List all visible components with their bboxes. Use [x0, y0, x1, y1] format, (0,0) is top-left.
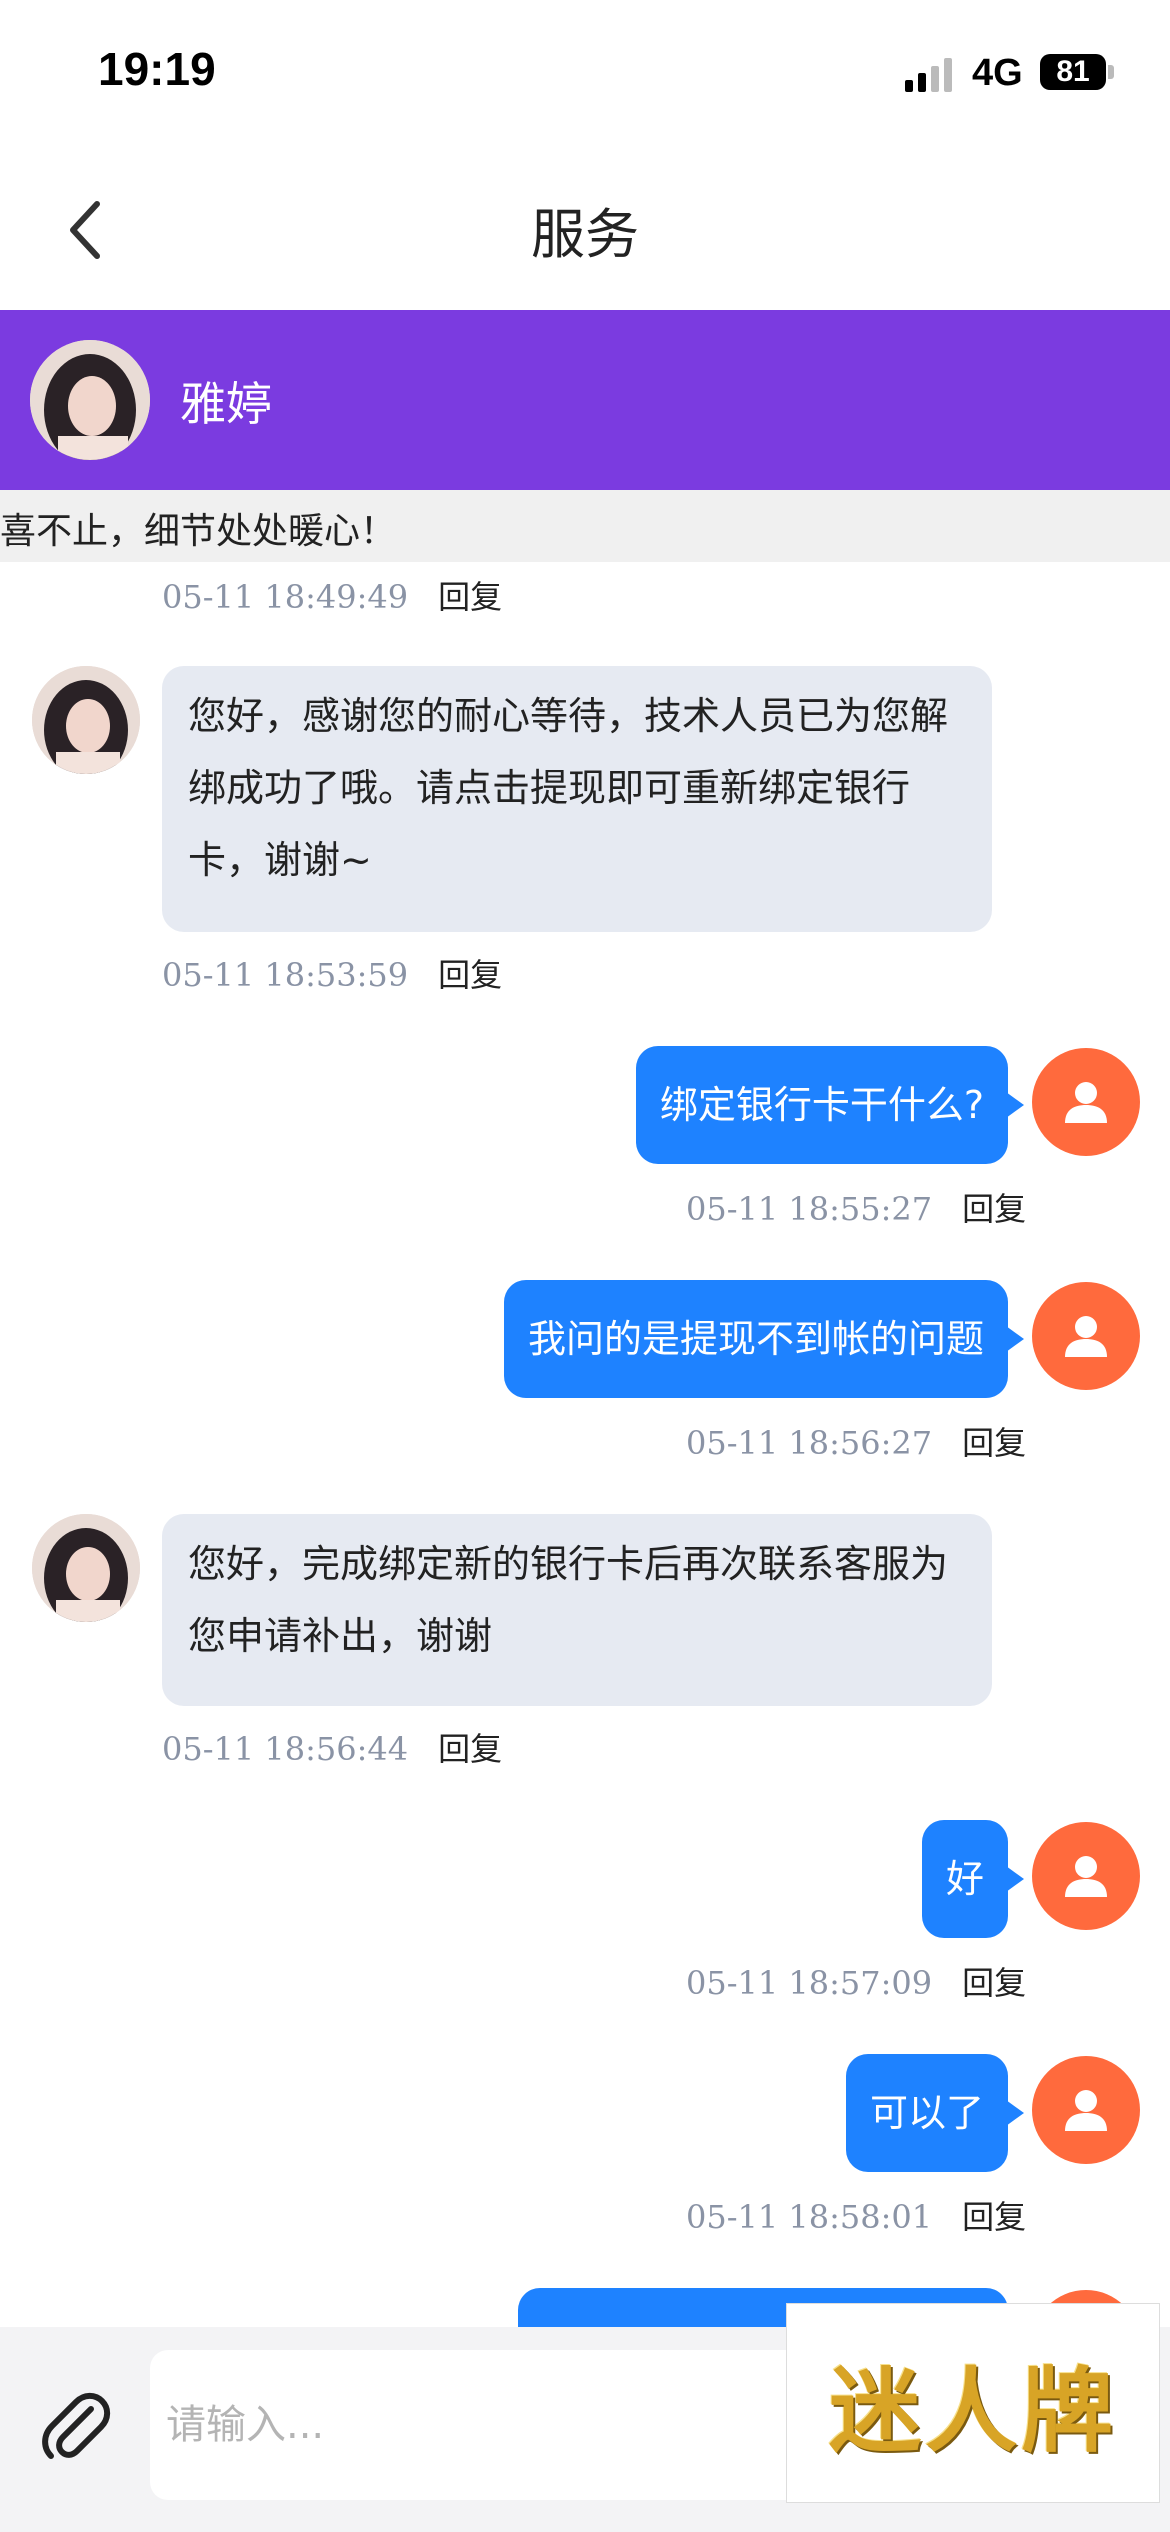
message-bubble: 绑定银行卡干什么? — [635, 1046, 1025, 1164]
message-outgoing: 可以了 — [0, 2054, 1170, 2172]
message-meta: 05-11 18:55:27 回复 — [686, 1184, 1026, 1230]
battery-tip — [1108, 65, 1114, 79]
notice-strip: 喜不止，细节处处暖心！ — [0, 490, 1170, 562]
user-icon — [1065, 2090, 1107, 2131]
reply-button[interactable]: 回复 — [962, 1424, 1026, 1462]
agent-header: 雅婷 — [0, 310, 1170, 490]
reply-button[interactable]: 回复 — [438, 956, 502, 994]
message-bubble: 我问的是提现不到帐的问题 — [503, 1280, 1025, 1398]
message-meta: 05-11 18:58:01 回复 — [686, 2192, 1026, 2238]
attach-button[interactable] — [30, 2382, 120, 2472]
agent-avatar[interactable] — [32, 1514, 140, 1622]
cellular-signal-icon — [905, 58, 952, 92]
reply-button[interactable]: 回复 — [962, 2198, 1026, 2236]
message-bubble: 可以了 — [845, 2054, 1025, 2172]
message-input[interactable] — [150, 2350, 850, 2500]
message-time: 05-11 18:56:44 — [162, 1730, 409, 1768]
status-bar: 19:19 4G 81 — [0, 0, 1170, 150]
battery-icon: 81 — [1040, 54, 1106, 90]
agent-avatar[interactable] — [30, 340, 150, 460]
message-incoming: 您好，感谢您的耐心等待，技术人员已为您解绑成功了哦。请点击提现即可重新绑定银行卡… — [0, 666, 1170, 932]
user-avatar[interactable] — [1032, 1048, 1140, 1156]
message-time: 05-11 18:53:59 — [162, 956, 409, 994]
message-outgoing: 好 — [0, 1820, 1170, 1938]
user-icon — [1065, 1082, 1107, 1123]
message-bubble: 您好，完成绑定新的银行卡后再次联系客服为您申请补出，谢谢 — [162, 1514, 992, 1706]
message-incoming: 您好，完成绑定新的银行卡后再次联系客服为您申请补出，谢谢 — [0, 1514, 1170, 1706]
message-time: 05-11 18:56:27 — [686, 1424, 933, 1462]
message-time: 05-11 18:49:49 — [162, 578, 409, 616]
message-time: 05-11 18:58:01 — [686, 2198, 933, 2236]
watermark-logo: 迷人牌 — [786, 2303, 1160, 2503]
agent-avatar[interactable] — [32, 666, 140, 774]
network-type: 4G — [972, 52, 1023, 94]
message-bubble: 好 — [921, 1820, 1025, 1938]
user-avatar[interactable] — [1032, 1282, 1140, 1390]
message-outgoing: 我问的是提现不到帐的问题 — [0, 1280, 1170, 1398]
watermark-text: 迷人牌 — [828, 2356, 1117, 2465]
status-time: 19:19 — [98, 43, 216, 95]
message-meta: 05-11 18:53:59 回复 — [162, 950, 502, 996]
user-icon — [1065, 1856, 1107, 1897]
message-meta: 05-11 18:57:09 回复 — [686, 1958, 1026, 2004]
message-time: 05-11 18:57:09 — [686, 1964, 933, 2002]
chat-area[interactable]: 05-11 18:49:49 回复 您好，感谢您的耐心等待，技术人员已为您解绑成功… — [0, 562, 1170, 2327]
user-icon — [1065, 1316, 1107, 1357]
nav-bar: 服务 — [0, 150, 1170, 310]
message-meta: 05-11 18:56:44 回复 — [162, 1724, 502, 1770]
user-avatar[interactable] — [1032, 1822, 1140, 1930]
user-avatar[interactable] — [1032, 2056, 1140, 2164]
reply-button[interactable]: 回复 — [438, 1730, 502, 1768]
notice-text: 喜不止，细节处处暖心！ — [0, 511, 397, 552]
reply-button[interactable]: 回复 — [962, 1190, 1026, 1228]
message-meta: 05-11 18:49:49 回复 — [162, 572, 502, 618]
reply-button[interactable]: 回复 — [438, 578, 502, 616]
message-bubble: 您好，感谢您的耐心等待，技术人员已为您解绑成功了哦。请点击提现即可重新绑定银行卡… — [162, 666, 992, 932]
message-time: 05-11 18:55:27 — [686, 1190, 933, 1228]
message-outgoing: 绑定银行卡干什么? — [0, 1046, 1170, 1164]
message-meta: 05-11 18:56:27 回复 — [686, 1418, 1026, 1464]
paperclip-icon — [42, 2392, 111, 2459]
agent-name: 雅婷 — [180, 377, 272, 431]
reply-button[interactable]: 回复 — [962, 1964, 1026, 2002]
page-title: 服务 — [531, 203, 639, 266]
